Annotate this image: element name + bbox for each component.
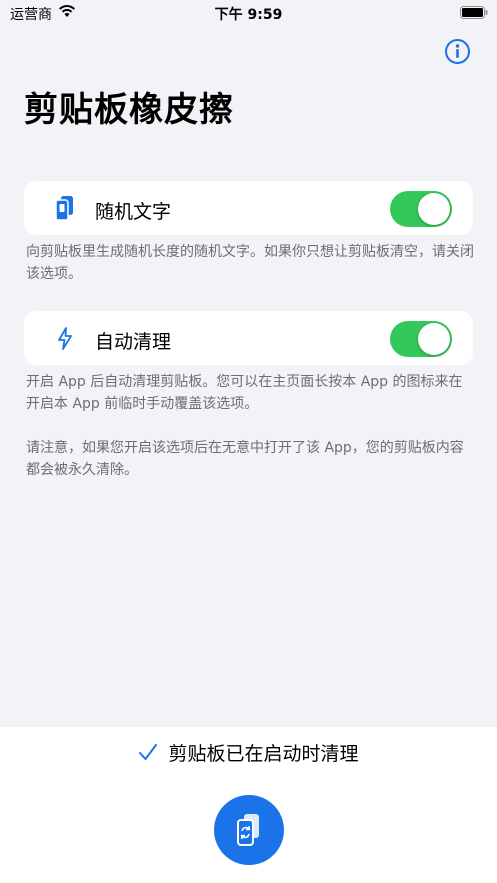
info-icon[interactable] — [444, 38, 471, 65]
clock: 下午 9:59 — [214, 7, 283, 23]
toggle-knob — [418, 323, 450, 355]
setting-description-auto-clean: 开启 App 后自动清理剪贴板。您可以在主页面长按本 App 的图标来在开启本 … — [26, 374, 463, 412]
battery-icon — [460, 6, 488, 19]
toggle-knob — [418, 193, 450, 225]
bolt-icon — [58, 327, 72, 350]
setting-note-auto-clean: 请注意，如果您开启该选项后在无意中打开了该 App，您的剪贴板内容都会被永久清除… — [26, 440, 464, 478]
app-screen: 运营商 下午 9:59 剪贴板橡皮擦 随机文字 向剪贴板里生成随机长度的随机文字… — [0, 0, 497, 883]
setting-label-auto-clean: 自动清理 — [95, 331, 172, 353]
phone-copy-icon — [55, 196, 73, 221]
auto-clean-toggle[interactable] — [390, 321, 452, 357]
bottom-panel: 剪贴板已在启动时清理 — [0, 727, 497, 883]
clean-status: 剪贴板已在启动时清理 — [0, 737, 497, 767]
setting-description-random-text: 向剪贴板里生成随机长度的随机文字。如果你只想让剪贴板清空，请关闭该选项。 — [26, 244, 474, 282]
checkmark-icon — [139, 744, 158, 760]
page-title: 剪贴板橡皮擦 — [24, 90, 234, 130]
clear-clipboard-button[interactable] — [214, 795, 284, 865]
random-text-toggle[interactable] — [390, 191, 452, 227]
clean-status-text: 剪贴板已在启动时清理 — [168, 742, 359, 765]
setting-card-auto-clean: 自动清理 — [24, 311, 473, 365]
status-bar: 运营商 下午 9:59 — [0, 0, 497, 26]
setting-card-random-text: 随机文字 — [24, 181, 473, 235]
clipboard-refresh-icon — [237, 814, 259, 846]
setting-label-random-text: 随机文字 — [95, 201, 172, 223]
